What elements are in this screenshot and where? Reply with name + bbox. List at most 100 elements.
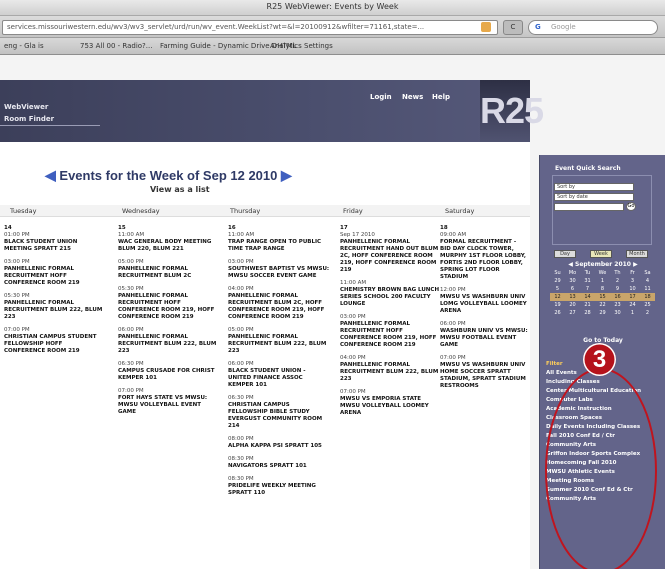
prev-week-arrow-icon[interactable]: ◀ (45, 167, 56, 183)
event-item[interactable]: 06:00 PM WASHBURN UNIV VS MWSU: MWSU FOOT… (440, 321, 528, 349)
day-cell[interactable]: 30 (565, 277, 580, 285)
quick-search-go-button[interactable]: Go (626, 202, 636, 211)
event-name[interactable]: FORT HAYS STATE VS MWSU: MWSU VOLLEYBALL… (118, 395, 218, 416)
day-cell[interactable]: 30 (610, 309, 625, 317)
event-name[interactable]: PANHELLENIC FORMAL RECRUITMENT BLUM 2C, … (228, 293, 330, 321)
event-name[interactable]: PANHELLENIC FORMAL RECRUITMENT BLUM 222,… (4, 300, 104, 321)
nav-news-link[interactable]: News (402, 93, 423, 101)
event-item[interactable]: 06:30 PM CHRISTIAN CAMPUS FELLOWSHIP BIBL… (228, 395, 330, 430)
event-item[interactable]: 04:00 PM PANHELLENIC FORMAL RECRUITMENT B… (228, 286, 330, 321)
nav-help-link[interactable]: Help (432, 93, 450, 101)
day-cell[interactable]: 20 (565, 301, 580, 309)
day-cell[interactable]: 4 (640, 277, 655, 285)
bookmark-item[interactable]: Analytics Settings (270, 42, 333, 50)
event-item[interactable]: 05:30 PM PANHELLENIC FORMAL RECRUITMENT H… (118, 286, 218, 321)
event-name[interactable]: CHRISTIAN CAMPUS FELLOWSHIP BIBLE STUDY … (228, 402, 330, 430)
event-name[interactable]: CHEMISTRY BROWN BAG LUNCH SERIES SCHOOL … (340, 287, 440, 308)
reload-button[interactable]: C (503, 20, 523, 35)
sort-date-select[interactable]: Sort by date (554, 193, 634, 201)
event-name[interactable]: CHRISTIAN CAMPUS STUDENT FELLOWSHIP HOFF… (4, 334, 104, 355)
event-name[interactable]: PRIDELIFE WEEKLY MEETING SPRATT 110 (228, 483, 330, 497)
event-item[interactable]: 06:30 PM CAMPUS CRUSADE FOR CHRIST KEMPER… (118, 361, 218, 382)
view-as-list-link[interactable]: View as a list (150, 185, 210, 194)
event-item[interactable]: 11:00 AM WAC GENERAL BODY MEETING BLUM 22… (118, 232, 218, 253)
event-name[interactable]: CAMPUS CRUSADE FOR CHRIST KEMPER 101 (118, 368, 218, 382)
event-item[interactable]: 03:00 PM SOUTHWEST BAPTIST VS MWSU: MWSU … (228, 259, 330, 280)
event-name[interactable]: FORMAL RECRUITMENT - BID DAY CLOCK TOWER… (440, 239, 528, 281)
event-item[interactable]: 07:00 PM FORT HAYS STATE VS MWSU: MWSU VO… (118, 388, 218, 416)
view-month-toggle[interactable]: Month (626, 250, 648, 258)
day-cell[interactable]: 16 (610, 293, 625, 301)
event-item[interactable]: Sep 17 2010 PANHELLENIC FORMAL RECRUITMEN… (340, 232, 440, 274)
sort-select[interactable]: Sort by (554, 183, 634, 191)
day-cell[interactable]: 29 (595, 309, 610, 317)
event-item[interactable]: 11:00 AM CHEMISTRY BROWN BAG LUNCH SERIES… (340, 280, 440, 308)
day-cell[interactable]: 31 (580, 277, 595, 285)
event-item[interactable]: 05:00 PM PANHELLENIC FORMAL RECRUITMENT B… (228, 327, 330, 355)
prev-month-arrow-icon[interactable]: ◀ (568, 261, 575, 268)
event-item[interactable]: 06:00 PM PANHELLENIC FORMAL RECRUITMENT B… (118, 327, 218, 355)
bookmark-item[interactable]: 753 All 00 - Radio?... (80, 42, 152, 50)
event-item[interactable]: 08:30 PM NAVIGATORS SPRATT 101 (228, 456, 330, 470)
event-item[interactable]: 01:00 PM BLACK STUDENT UNION MEETING SPRA… (4, 232, 104, 253)
day-cell[interactable]: 12 (550, 293, 565, 301)
day-cell[interactable]: 15 (595, 293, 610, 301)
event-item[interactable]: 07:00 PM MWSU VS WASHBURN UNIV HOME SOCCE… (440, 355, 528, 390)
site-brand-roomfinder[interactable]: Room Finder (4, 115, 54, 123)
next-month-arrow-icon[interactable]: ▶ (631, 261, 638, 268)
day-cell[interactable]: 1 (595, 277, 610, 285)
event-item[interactable]: 04:00 PM PANHELLENIC FORMAL RECRUITMENT B… (340, 355, 440, 383)
event-name[interactable]: TRAP RANGE OPEN TO PUBLIC TIME TRAP RANG… (228, 239, 330, 253)
day-cell[interactable]: 13 (565, 293, 580, 301)
event-item[interactable]: 06:00 PM BLACK STUDENT UNION - UNITED FIN… (228, 361, 330, 389)
event-name[interactable]: MWSU VS EMPORIA STATE MWSU VOLLEYBALL LO… (340, 396, 440, 417)
event-item[interactable]: 11:00 AM TRAP RANGE OPEN TO PUBLIC TIME T… (228, 232, 330, 253)
event-name[interactable]: WAC GENERAL BODY MEETING BLUM 220, BLUM … (118, 239, 218, 253)
event-item[interactable]: 09:00 AM FORMAL RECRUITMENT - BID DAY CLO… (440, 232, 528, 281)
event-item[interactable]: 08:30 PM PRIDELIFE WEEKLY MEETING SPRATT … (228, 476, 330, 497)
day-cell[interactable]: 1 (625, 309, 640, 317)
view-day-toggle[interactable]: Day (554, 250, 576, 258)
day-cell[interactable]: 9 (610, 285, 625, 293)
day-cell[interactable]: 11 (640, 285, 655, 293)
event-name[interactable]: PANHELLENIC FORMAL RECRUITMENT BLUM 222,… (340, 362, 440, 383)
day-cell[interactable]: 26 (550, 309, 565, 317)
address-bar[interactable]: services.missouriwestern.edu/wv3/wv3_ser… (2, 20, 498, 35)
day-cell[interactable]: 25 (640, 301, 655, 309)
day-cell[interactable]: 23 (610, 301, 625, 309)
bookmark-item[interactable]: eng - Gla is (4, 42, 44, 50)
view-week-toggle[interactable]: Week (590, 250, 612, 258)
event-name[interactable]: ALPHA KAPPA PSI SPRATT 105 (228, 443, 330, 450)
event-name[interactable]: BLACK STUDENT UNION MEETING SPRATT 215 (4, 239, 104, 253)
event-item[interactable]: 12:00 PM MWSU VS WASHBURN UNIV LOMG VOLLE… (440, 287, 528, 315)
nav-login-link[interactable]: Login (370, 93, 392, 101)
day-cell[interactable]: 2 (640, 309, 655, 317)
day-cell[interactable]: 5 (550, 285, 565, 293)
next-week-arrow-icon[interactable]: ▶ (281, 167, 292, 183)
event-name[interactable]: BLACK STUDENT UNION - UNITED FINANCE ASS… (228, 368, 330, 389)
quick-search-input[interactable] (554, 203, 624, 211)
day-cell[interactable]: 7 (580, 285, 595, 293)
event-item[interactable]: 03:00 PM PANHELLENIC FORMAL RECRUITMENT H… (4, 259, 104, 287)
event-item[interactable]: 05:00 PM PANHELLENIC FORMAL RECRUITMENT B… (118, 259, 218, 280)
event-name[interactable]: SOUTHWEST BAPTIST VS MWSU: MWSU SOCCER E… (228, 266, 330, 280)
event-name[interactable]: PANHELLENIC FORMAL RECRUITMENT HOFF CONF… (4, 266, 104, 287)
day-cell[interactable]: 29 (550, 277, 565, 285)
event-name[interactable]: MWSU VS WASHBURN UNIV HOME SOCCER SPRATT… (440, 362, 528, 390)
day-cell[interactable]: 6 (565, 285, 580, 293)
rss-icon[interactable] (481, 22, 491, 32)
event-name[interactable]: PANHELLENIC FORMAL RECRUITMENT HOFF CONF… (340, 321, 440, 349)
day-cell[interactable]: 27 (565, 309, 580, 317)
day-cell[interactable]: 21 (580, 301, 595, 309)
event-item[interactable]: 05:30 PM PANHELLENIC FORMAL RECRUITMENT B… (4, 293, 104, 321)
event-name[interactable]: PANHELLENIC FORMAL RECRUITMENT BLUM 222,… (118, 334, 218, 355)
event-name[interactable]: PANHELLENIC FORMAL RECRUITMENT HAND OUT … (340, 239, 440, 274)
search-input[interactable]: G Google (528, 20, 658, 35)
event-name[interactable]: PANHELLENIC FORMAL RECRUITMENT BLUM 2C (118, 266, 218, 280)
event-name[interactable]: WASHBURN UNIV VS MWSU: MWSU FOOTBALL EVE… (440, 328, 528, 349)
day-cell[interactable]: 19 (550, 301, 565, 309)
day-cell[interactable]: 2 (610, 277, 625, 285)
event-item[interactable]: 07:00 PM MWSU VS EMPORIA STATE MWSU VOLLE… (340, 389, 440, 417)
event-name[interactable]: PANHELLENIC FORMAL RECRUITMENT HOFF CONF… (118, 293, 218, 321)
site-brand-webviewer[interactable]: WebViewer (4, 103, 48, 111)
